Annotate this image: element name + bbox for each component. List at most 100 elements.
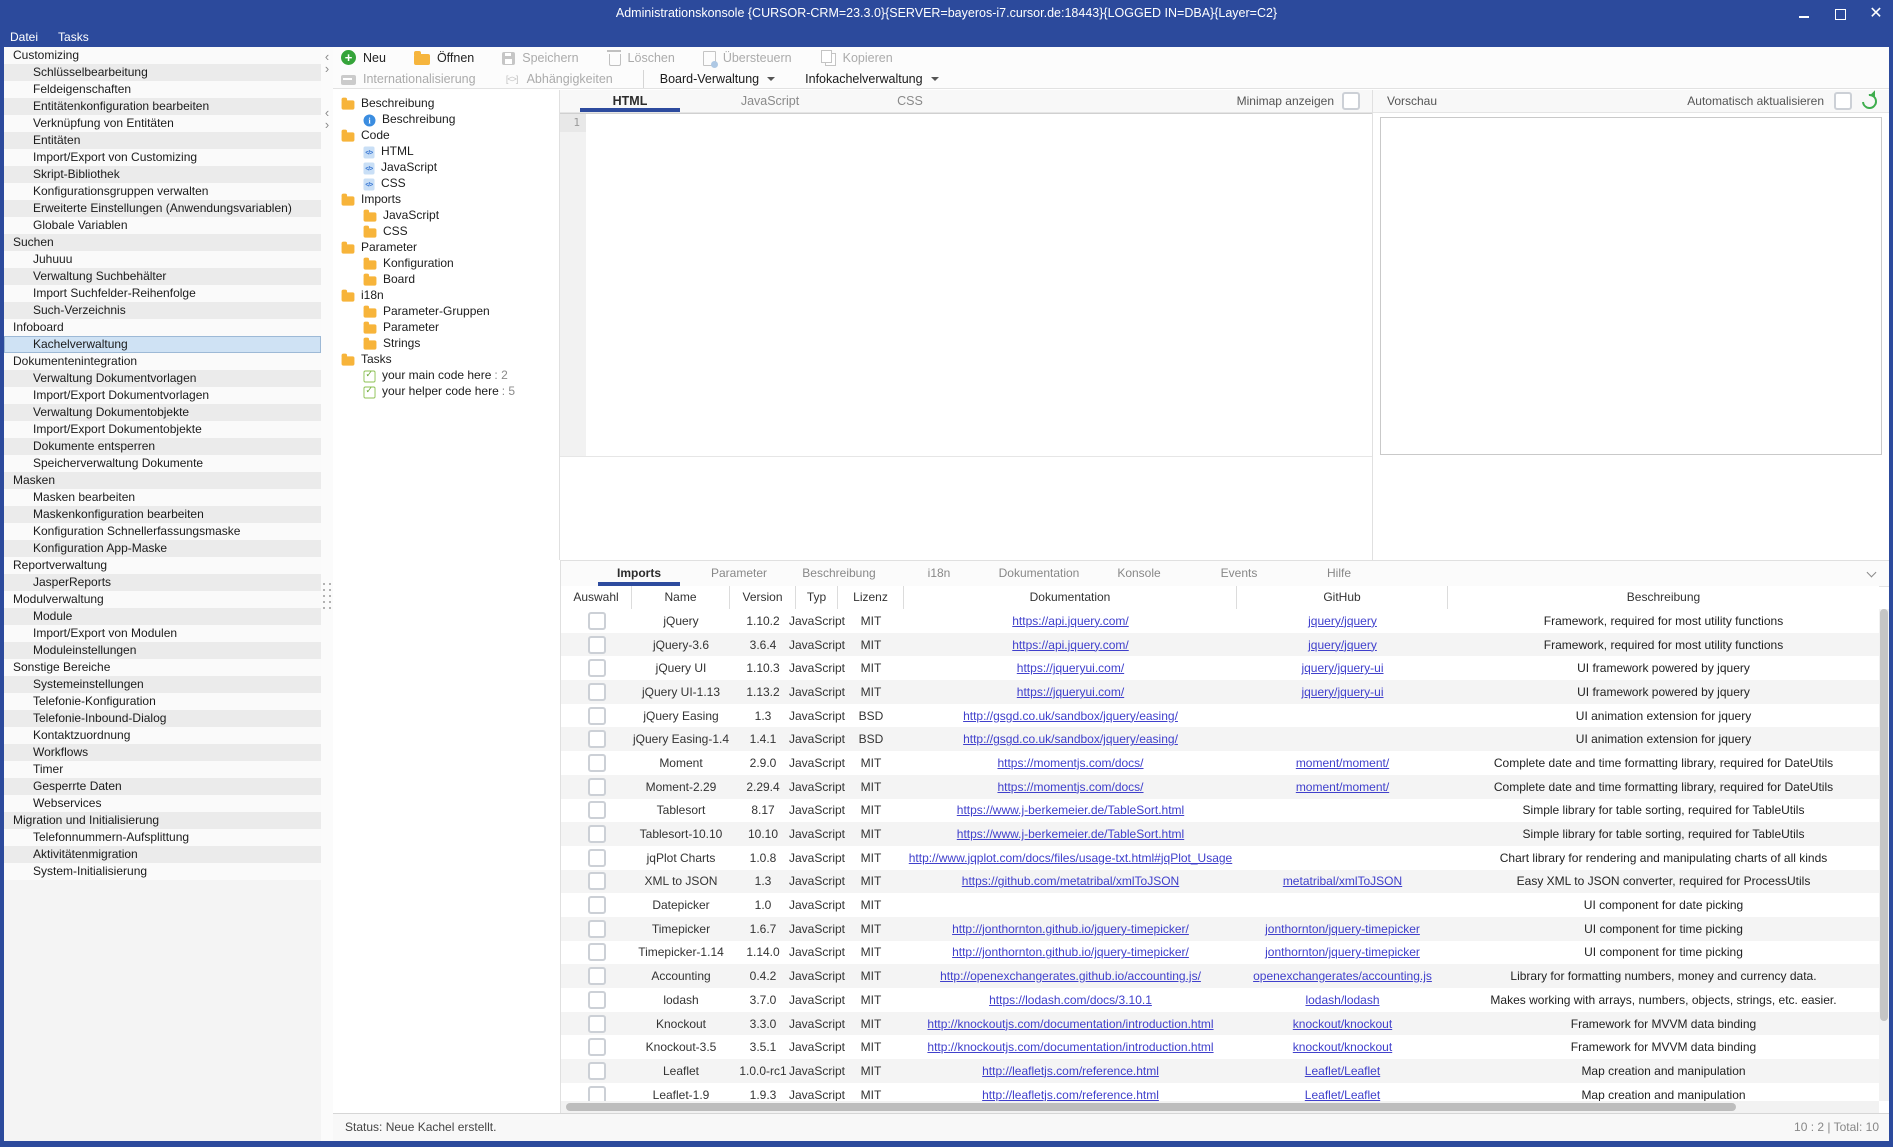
bottom-tab-beschreibung[interactable]: Beschreibung — [789, 561, 889, 586]
sidebar-item-migration-und-initialisierung[interactable]: Migration und Initialisierung — [4, 812, 321, 829]
vertical-scrollbar[interactable] — [1879, 609, 1889, 1101]
tree-item-beschreibung[interactable]: Beschreibung — [333, 95, 559, 111]
sidebar-item-import-export-dokumentobjekte[interactable]: Import/Export Dokumentobjekte — [4, 421, 321, 438]
bottom-tab-dokumentation[interactable]: Dokumentation — [989, 561, 1089, 586]
bottom-tab-konsole[interactable]: Konsole — [1089, 561, 1189, 586]
sidebar-item-dokumente-entsperren[interactable]: Dokumente entsperren — [4, 438, 321, 455]
github-link[interactable]: moment/moment/ — [1296, 780, 1389, 794]
horizontal-scrollbar-thumb[interactable] — [566, 1103, 1736, 1111]
sidebar-item-import-export-von-modulen[interactable]: Import/Export von Modulen — [4, 625, 321, 642]
sidebar-item-import-export-von-customizing[interactable]: Import/Export von Customizing — [4, 149, 321, 166]
sidebar-item-reportverwaltung[interactable]: Reportverwaltung — [4, 557, 321, 574]
editor-tab-html[interactable]: HTML — [560, 90, 700, 112]
minimap-checkbox[interactable] — [1342, 92, 1360, 110]
documentation-link[interactable]: https://jqueryui.com/ — [1017, 685, 1124, 699]
tree-item-tasks[interactable]: Tasks — [333, 351, 559, 367]
sidebar-item-maskenkonfiguration-bearbeiten[interactable]: Maskenkonfiguration bearbeiten — [4, 506, 321, 523]
row-checkbox[interactable] — [588, 778, 606, 796]
row-checkbox[interactable] — [588, 1015, 606, 1033]
tree-item-parameter[interactable]: Parameter — [333, 239, 559, 255]
documentation-link[interactable]: http://jonthornton.github.io/jquery-time… — [952, 922, 1189, 936]
documentation-link[interactable]: http://knockoutjs.com/documentation/intr… — [927, 1017, 1213, 1031]
documentation-link[interactable]: https://api.jquery.com/ — [1012, 614, 1129, 628]
close-icon[interactable]: ✕ — [1869, 7, 1883, 21]
editor-tab-css[interactable]: CSS — [840, 90, 980, 112]
github-link[interactable]: jquery/jquery-ui — [1301, 661, 1383, 675]
row-checkbox[interactable] — [588, 659, 606, 677]
sidebar-item-telefonie-konfiguration[interactable]: Telefonie-Konfiguration — [4, 693, 321, 710]
sidebar-item-verkn-pfung-von-entit-ten[interactable]: Verknüpfung von Entitäten — [4, 115, 321, 132]
expand-right-icon[interactable]: › — [321, 119, 333, 131]
documentation-link[interactable]: http://gsgd.co.uk/sandbox/jquery/easing/ — [963, 732, 1178, 746]
tree-item-code[interactable]: Code — [333, 127, 559, 143]
collapse-panel-chevron-down-icon[interactable] — [1867, 569, 1875, 577]
row-checkbox[interactable] — [588, 801, 606, 819]
tree-item-imports[interactable]: Imports — [333, 191, 559, 207]
menu-item-datei[interactable]: Datei — [8, 30, 40, 44]
sidebar-item-module[interactable]: Module — [4, 608, 321, 625]
dropdown-infokachelverwaltung[interactable]: Infokachelverwaltung — [805, 72, 938, 86]
tree-item-parameter-gruppen[interactable]: Parameter-Gruppen — [333, 303, 559, 319]
sidebar-item-konfigurationsgruppen-verwalten[interactable]: Konfigurationsgruppen verwalten — [4, 183, 321, 200]
row-checkbox[interactable] — [588, 872, 606, 890]
expand-right-icon[interactable]: › — [321, 63, 333, 75]
documentation-link[interactable]: http://www.jqplot.com/docs/files/usage-t… — [909, 851, 1232, 865]
documentation-link[interactable]: https://momentjs.com/docs/ — [997, 780, 1143, 794]
sidebar-splitter[interactable]: ‹ › ‹ › — [321, 47, 333, 1141]
menu-item-tasks[interactable]: Tasks — [56, 30, 91, 44]
sidebar-item-kachelverwaltung[interactable]: Kachelverwaltung — [4, 336, 321, 353]
github-link[interactable]: Leaflet/Leaflet — [1305, 1064, 1380, 1078]
sidebar-item-konfiguration-app-maske[interactable]: Konfiguration App-Maske — [4, 540, 321, 557]
sidebar-item-import-suchfelder-reihenfolge[interactable]: Import Suchfelder-Reihenfolge — [4, 285, 321, 302]
documentation-link[interactable]: https://www.j-berkemeier.de/TableSort.ht… — [957, 803, 1184, 817]
sidebar-item-sonstige-bereiche[interactable]: Sonstige Bereiche — [4, 659, 321, 676]
sidebar-item-masken[interactable]: Masken — [4, 472, 321, 489]
maximize-icon[interactable] — [1833, 7, 1847, 21]
github-link[interactable]: knockout/knockout — [1293, 1017, 1392, 1031]
documentation-link[interactable]: https://lodash.com/docs/3.10.1 — [989, 993, 1152, 1007]
tree-item-i18n[interactable]: i18n — [333, 287, 559, 303]
documentation-link[interactable]: http://gsgd.co.uk/sandbox/jquery/easing/ — [963, 709, 1178, 723]
tree-item-strings[interactable]: Strings — [333, 335, 559, 351]
sidebar-item-such-verzeichnis[interactable]: Such-Verzeichnis — [4, 302, 321, 319]
tree-item-javascript[interactable]: JavaScript — [333, 159, 559, 175]
row-checkbox[interactable] — [588, 849, 606, 867]
dropdown-board-verwaltung[interactable]: Board-Verwaltung — [660, 72, 775, 86]
sidebar-item-erweiterte-einstellungen-anwendungsvariablen[interactable]: Erweiterte Einstellungen (Anwendungsvari… — [4, 200, 321, 217]
documentation-link[interactable]: https://jqueryui.com/ — [1017, 661, 1124, 675]
row-checkbox[interactable] — [588, 683, 606, 701]
sidebar-item-suchen[interactable]: Suchen — [4, 234, 321, 251]
row-checkbox[interactable] — [588, 730, 606, 748]
sidebar-item-entit-ten[interactable]: Entitäten — [4, 132, 321, 149]
github-link[interactable]: Leaflet/Leaflet — [1305, 1088, 1380, 1101]
refresh-icon[interactable] — [1859, 90, 1880, 111]
sidebar-item-konfiguration-schnellerfassungsmaske[interactable]: Konfiguration Schnellerfassungsmaske — [4, 523, 321, 540]
sidebar-item-juhuuu[interactable]: Juhuuu — [4, 251, 321, 268]
sidebar-item-infoboard[interactable]: Infoboard — [4, 319, 321, 336]
row-checkbox[interactable] — [588, 707, 606, 725]
splitter-drag-handle[interactable] — [323, 583, 331, 609]
documentation-link[interactable]: http://knockoutjs.com/documentation/intr… — [927, 1040, 1213, 1054]
bottom-tab-i18n[interactable]: i18n — [889, 561, 989, 586]
sidebar-item-kontaktzuordnung[interactable]: Kontaktzuordnung — [4, 727, 321, 744]
sidebar-item-moduleinstellungen[interactable]: Moduleinstellungen — [4, 642, 321, 659]
toolbar-button-abh-ngigkeiten[interactable]: Abhängigkeiten — [504, 72, 613, 86]
toolbar-button-internationalisierung[interactable]: Internationalisierung — [341, 72, 476, 86]
row-checkbox[interactable] — [588, 967, 606, 985]
toolbar-button-ffnen[interactable]: Öffnen — [414, 50, 474, 65]
github-link[interactable]: jquery/jquery-ui — [1301, 685, 1383, 699]
row-checkbox[interactable] — [588, 825, 606, 843]
row-checkbox[interactable] — [588, 1062, 606, 1080]
tree-item-board[interactable]: Board — [333, 271, 559, 287]
tree-item-javascript[interactable]: JavaScript — [333, 207, 559, 223]
tree-item-beschreibung[interactable]: Beschreibung — [333, 111, 559, 127]
tree-item-css[interactable]: CSS — [333, 175, 559, 191]
toolbar-button-kopieren[interactable]: Kopieren — [820, 49, 893, 66]
auto-refresh-checkbox[interactable] — [1834, 92, 1852, 110]
sidebar-item-gesperrte-daten[interactable]: Gesperrte Daten — [4, 778, 321, 795]
documentation-link[interactable]: https://momentjs.com/docs/ — [997, 756, 1143, 770]
sidebar-item-verwaltung-dokumentobjekte[interactable]: Verwaltung Dokumentobjekte — [4, 404, 321, 421]
tree-item-html[interactable]: HTML — [333, 143, 559, 159]
row-checkbox[interactable] — [588, 943, 606, 961]
sidebar-item-telefonie-inbound-dialog[interactable]: Telefonie-Inbound-Dialog — [4, 710, 321, 727]
